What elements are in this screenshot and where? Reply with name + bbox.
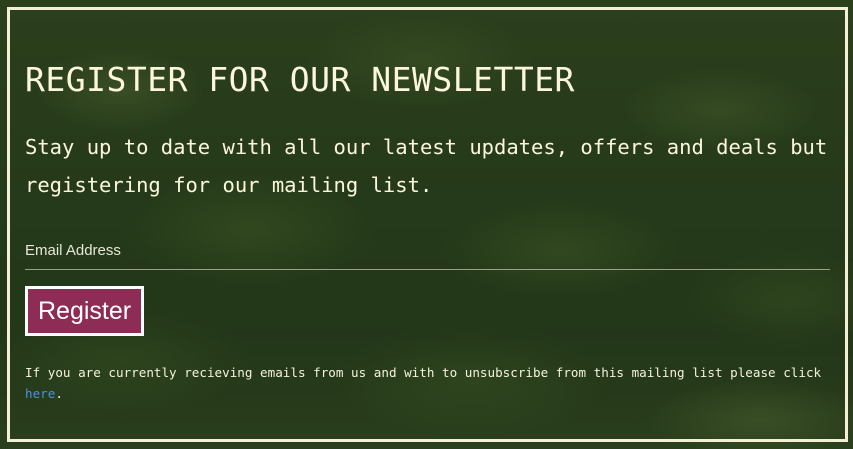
unsubscribe-link[interactable]: here [25,386,55,401]
page-title: REGISTER FOR OUR NEWSLETTER [25,60,575,99]
unsubscribe-text: If you are currently recieving emails fr… [25,365,822,380]
newsletter-description: Stay up to date with all our latest upda… [25,135,828,197]
unsubscribe-note: If you are currently recieving emails fr… [25,362,830,404]
unsubscribe-period: . [55,386,63,401]
email-field[interactable] [25,242,830,270]
newsletter-section: REGISTER FOR OUR NEWSLETTER Stay up to d… [25,58,830,404]
register-button[interactable]: Register [25,286,145,336]
